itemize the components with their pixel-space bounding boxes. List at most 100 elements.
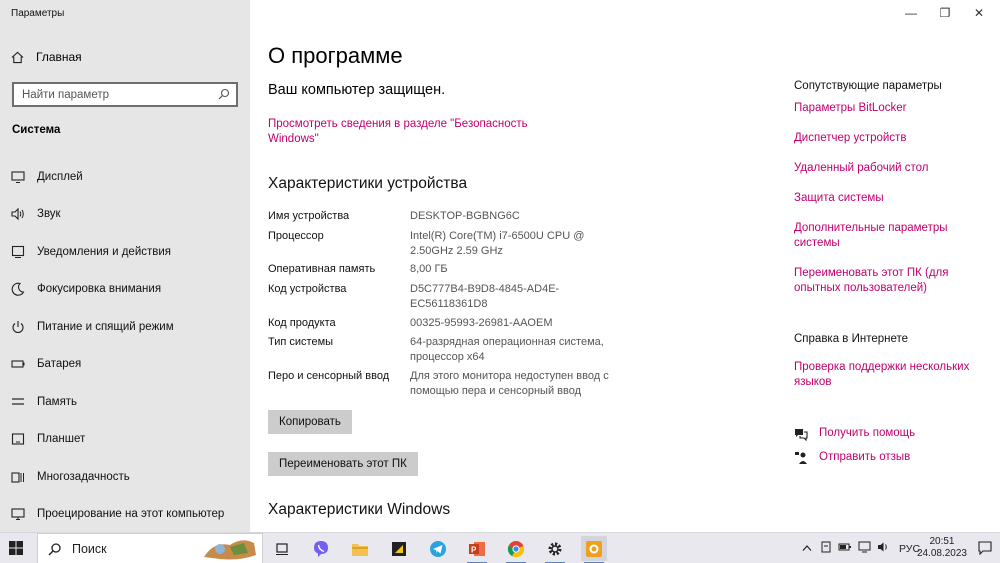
sidebar-item-home[interactable]: Главная <box>11 48 82 66</box>
spec-key: Процессор <box>268 230 324 242</box>
speaker-icon <box>11 207 24 221</box>
chrome-icon <box>507 540 525 557</box>
related-link-advanced-settings[interactable]: Дополнительные параметры системы <box>794 221 984 251</box>
powerpoint-button[interactable]: P <box>464 536 490 563</box>
search-input[interactable]: Найти параметр <box>12 82 238 107</box>
sidebar-item-tablet[interactable]: Планшет <box>0 421 250 459</box>
clock[interactable]: 20:51 24.08.2023 <box>917 536 967 560</box>
sidebar: Параметры Главная Найти параметр Система… <box>0 0 250 532</box>
sidebar-item-sound[interactable]: Звук <box>0 196 250 234</box>
task-view-icon <box>276 542 288 555</box>
related-link-system-protection[interactable]: Защита системы <box>794 191 984 206</box>
spec-row: Тип системы 64-разрядная операционная си… <box>268 335 628 365</box>
sidebar-item-storage[interactable]: Память <box>0 383 250 421</box>
page-title: О программе <box>268 43 403 68</box>
spec-row: Перо и сенсорный ввод Для этого монитора… <box>268 369 628 399</box>
viber-button[interactable] <box>308 536 334 561</box>
search-placeholder: Найти параметр <box>22 88 110 101</box>
spec-value: Для этого монитора недоступен ввод с пом… <box>410 370 609 397</box>
task-view-button[interactable] <box>269 536 295 561</box>
monitor-icon <box>11 171 25 183</box>
app-title: Параметры <box>11 8 65 19</box>
get-help-label: Получить помощь <box>819 427 916 439</box>
sidebar-item-battery[interactable]: Батарея <box>0 346 250 384</box>
power-icon <box>12 320 24 333</box>
spec-value: 64-разрядная операционная система, проце… <box>410 336 604 363</box>
spec-value: DESKTOP-BGBNG6C <box>410 210 520 222</box>
settings-button[interactable] <box>542 536 568 563</box>
spec-value: 00325-95993-26981-AAOEM <box>410 317 553 329</box>
device-specs-heading: Характеристики устройства <box>268 175 468 192</box>
send-feedback-label: Отправить отзыв <box>819 451 911 463</box>
sidebar-item-focus[interactable]: Фокусировка внимания <box>0 271 250 309</box>
taskbar-search-label: Поиск <box>72 541 107 556</box>
powerpoint-icon: P <box>469 541 485 556</box>
web-help-heading: Справка в Интернете <box>794 333 909 345</box>
sidebar-item-projecting[interactable]: Проецирование на этот компьютер <box>0 496 250 534</box>
tray-chevron-up-icon[interactable] <box>802 543 812 555</box>
spec-key: Код продукта <box>268 317 336 329</box>
sticky-app-icon <box>392 541 406 556</box>
spec-key: Имя устройства <box>268 210 350 222</box>
tray-volume-icon[interactable] <box>877 541 890 556</box>
telegram-button[interactable] <box>425 536 451 561</box>
photo-app-button[interactable] <box>581 536 607 563</box>
spec-key: Оперативная память <box>268 263 376 275</box>
related-link-rename-advanced[interactable]: Переименовать этот ПК (для опытных польз… <box>794 266 984 296</box>
storage-icon <box>12 398 24 405</box>
sidebar-item-notifications[interactable]: Уведомления и действия <box>0 233 250 271</box>
viber-icon <box>314 540 328 557</box>
sidebar-item-label: Батарея <box>37 358 82 371</box>
file-explorer-button[interactable] <box>347 536 373 561</box>
sidebar-item-label: Звук <box>37 208 61 221</box>
windows-start-icon[interactable] <box>8 540 24 556</box>
spec-value: D5C777B4-B9D8-4845-AD4E-EC56118361D8 <box>410 283 560 310</box>
tablet-icon <box>11 433 25 445</box>
spec-row: Имя устройства DESKTOP-BGBNG6C <box>268 209 628 224</box>
sidebar-item-label: Питание и спящий режим <box>37 320 174 333</box>
related-link-device-manager[interactable]: Диспетчер устройств <box>794 131 984 146</box>
related-link-remote-desktop[interactable]: Удаленный рабочий стол <box>794 161 984 176</box>
sidebar-item-label: Главная <box>36 50 82 64</box>
sidebar-item-display[interactable]: Дисплей <box>0 158 250 196</box>
battery-icon <box>11 360 25 368</box>
spec-row: Код устройства D5C777B4-B9D8-4845-AD4E-E… <box>268 282 628 312</box>
chrome-button[interactable] <box>503 536 529 563</box>
web-help-link[interactable]: Проверка поддержки нескольких языков <box>794 360 984 390</box>
security-details-link[interactable]: Просмотреть сведения в разделе "Безопасн… <box>268 117 528 147</box>
spec-key: Тип системы <box>268 336 334 348</box>
tray-battery-icon[interactable] <box>838 541 852 556</box>
taskbar: Поиск P РУС 20:51 24.08.2023 <box>0 532 1000 563</box>
get-help-link[interactable]: Получить помощь <box>794 426 915 441</box>
multitask-icon <box>11 472 24 483</box>
sidebar-item-label: Проецирование на этот компьютер <box>37 508 225 521</box>
rename-pc-button[interactable]: Переименовать этот ПК <box>268 452 418 476</box>
search-icon <box>48 542 61 555</box>
sticky-app-button[interactable] <box>386 536 412 561</box>
main-content: О программе Ваш компьютер защищен. Просм… <box>250 0 1000 532</box>
sidebar-item-multitasking[interactable]: Многозадачность <box>0 458 250 496</box>
spec-key: Перо и сенсорный ввод <box>268 370 390 382</box>
tray-network-icon[interactable] <box>858 541 871 556</box>
notification-icon <box>11 245 25 258</box>
send-feedback-link[interactable]: Отправить отзыв <box>794 450 910 465</box>
protection-status: Ваш компьютер защищен. <box>268 82 446 98</box>
sidebar-item-label: Дисплей <box>37 170 83 183</box>
help-chat-icon <box>795 428 808 441</box>
home-icon <box>11 51 24 63</box>
copy-button[interactable]: Копировать <box>268 410 352 434</box>
sidebar-item-label: Многозадачность <box>37 470 130 483</box>
settings-icon <box>548 542 562 555</box>
svg-text:P: P <box>471 545 477 554</box>
sidebar-item-label: Уведомления и действия <box>37 245 172 258</box>
related-settings-heading: Сопутствующие параметры <box>794 80 942 92</box>
telegram-icon <box>430 540 446 557</box>
tray-device-icon[interactable] <box>821 541 831 556</box>
sidebar-item-power[interactable]: Питание и спящий режим <box>0 308 250 346</box>
notification-center-icon[interactable] <box>978 541 992 560</box>
related-link-bitlocker[interactable]: Параметры BitLocker <box>794 101 984 116</box>
project-icon <box>11 508 25 521</box>
search-icon <box>218 88 230 100</box>
spec-value: Intel(R) Core(TM) i7-6500U CPU @ 2.50GHz… <box>410 230 585 257</box>
spec-key: Код устройства <box>268 283 347 295</box>
